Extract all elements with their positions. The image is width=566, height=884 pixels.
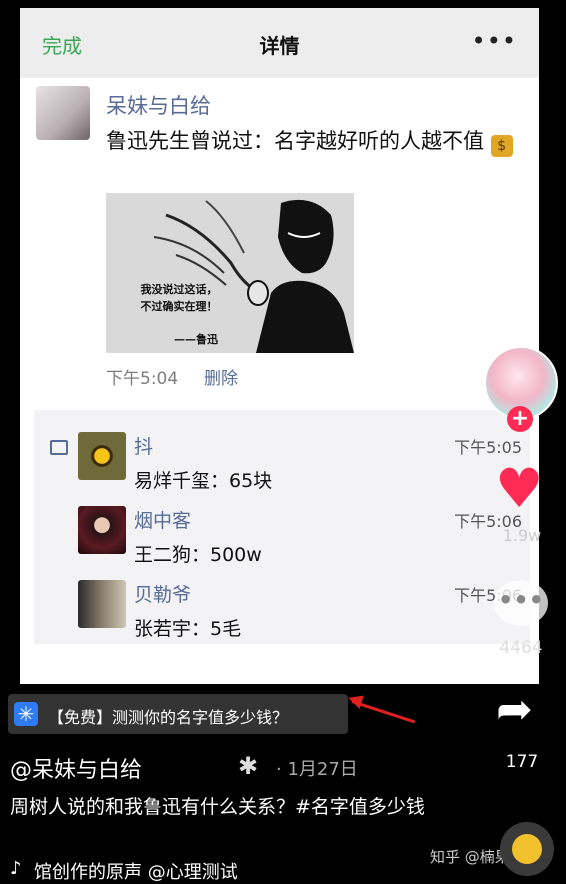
sunflower-avatar[interactable] xyxy=(78,432,126,480)
comment-bubble-icon[interactable]: ••• xyxy=(494,580,548,626)
top-bar: 完成 详情 ••• xyxy=(20,8,539,78)
post-time: 下午5:04 xyxy=(106,369,179,389)
post-text: 鲁迅先生曾说过：名字越好听的人越不值 $ xyxy=(106,126,526,157)
comment-count: 4464 xyxy=(499,638,543,658)
comment-icon xyxy=(50,440,68,455)
person-avatar[interactable] xyxy=(78,580,126,628)
music-disc-icon[interactable] xyxy=(500,822,554,876)
more-icon[interactable]: ••• xyxy=(472,29,517,53)
post-text-body: 鲁迅先生曾说过：名字越好听的人越不值 xyxy=(106,129,484,153)
heart-icon[interactable]: ♥ xyxy=(495,462,543,516)
comment-text: 易烊千玺：65块 xyxy=(134,470,273,492)
comment-text: 张若宇：5毛 xyxy=(134,618,242,640)
snowflake-icon: ✳ xyxy=(14,702,38,726)
post-date: · 1月27日 xyxy=(276,759,358,780)
post-author-name[interactable]: 呆妹与白给 xyxy=(106,90,211,120)
girl-avatar[interactable] xyxy=(78,506,126,554)
page-title: 详情 xyxy=(259,34,300,58)
share-count: 177 xyxy=(505,752,539,772)
miniapp-label: 【免费】测测你的名字值多少钱？ xyxy=(48,708,289,727)
money-bag-icon: $ xyxy=(490,135,513,157)
image-quote: 我没说过这话， 不过确实在理！ xyxy=(114,281,244,315)
spider-icon: ✱ xyxy=(238,752,259,780)
comment-author[interactable]: 贝勒爷 xyxy=(134,580,191,607)
delete-button[interactable]: 删除 xyxy=(204,364,238,389)
comment-time: 下午5:05 xyxy=(454,438,522,457)
disc-cover xyxy=(512,834,542,864)
comment-item[interactable]: 烟中客 下午5:06 王二狗：500w xyxy=(78,502,530,566)
comment-author[interactable]: 抖 xyxy=(134,432,153,459)
image-quote-line-1: 我没说过这话， xyxy=(140,283,218,296)
post-author-avatar[interactable] xyxy=(36,86,90,140)
comment-section: 抖 下午5:05 易烊千玺：65块 烟中客 下午5:06 王二狗：500w 贝勒… xyxy=(34,410,530,644)
image-signature: ——鲁迅 xyxy=(174,333,218,346)
post-image[interactable]: 我没说过这话， 不过确实在理！ ——鲁迅 xyxy=(106,193,354,353)
comment-item[interactable]: 贝勒爷 下午5:06 张若宇：5毛 xyxy=(78,576,530,640)
comment-author[interactable]: 烟中客 xyxy=(134,506,191,533)
comment-item[interactable]: 抖 下午5:05 易烊千玺：65块 xyxy=(78,428,530,492)
image-quote-line-2: 不过确实在理！ xyxy=(140,300,218,313)
video-caption[interactable]: 周树人说的和我鲁迅有什么关系？#名字值多少钱 xyxy=(10,792,430,822)
like-count: 1.9w xyxy=(502,526,542,545)
video-author[interactable]: @呆妹与白给 xyxy=(10,752,142,784)
comment-text: 王二狗：500w xyxy=(134,544,262,566)
moment-detail-card: 完成 详情 ••• 呆妹与白给 鲁迅先生曾说过：名字越好听的人越不值 $ 我没说… xyxy=(20,8,539,684)
lu-xun-illustration xyxy=(153,199,354,353)
follow-button[interactable]: + xyxy=(507,406,533,432)
share-arrow-icon[interactable]: ➦ xyxy=(496,688,533,732)
tiktok-music-icon: ♪ xyxy=(10,858,22,879)
miniapp-link[interactable]: ✳ 【免费】测测你的名字值多少钱？ xyxy=(8,694,348,734)
music-label[interactable]: 馆创作的原声 @心理测试 xyxy=(34,858,238,884)
